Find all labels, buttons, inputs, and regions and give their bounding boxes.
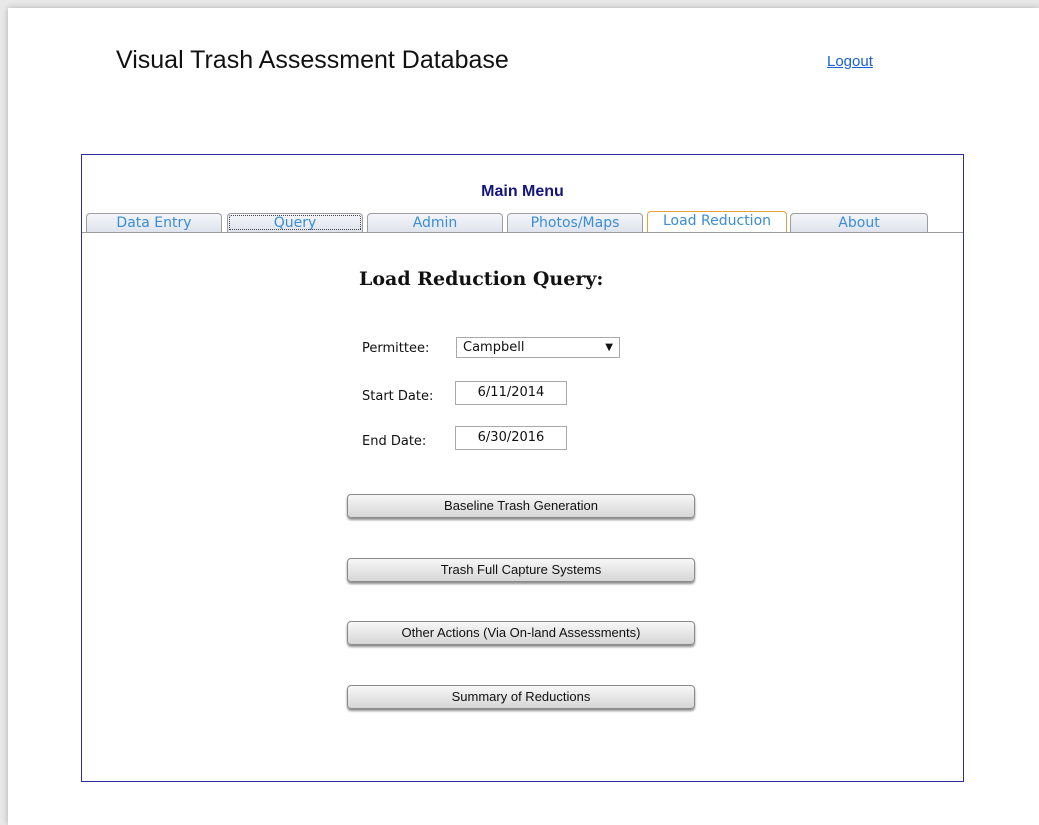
tab-photos-maps[interactable]: Photos/Maps bbox=[507, 213, 643, 232]
tabs-divider bbox=[82, 232, 963, 233]
start-date-label: Start Date: bbox=[362, 389, 434, 404]
main-menu-panel: Main Menu Data Entry Query Admin Photos/… bbox=[81, 154, 964, 782]
end-date-input[interactable]: 6/30/2016 bbox=[455, 426, 567, 450]
tab-load-reduction[interactable]: Load Reduction bbox=[647, 211, 787, 232]
baseline-trash-generation-button[interactable]: Baseline Trash Generation bbox=[347, 494, 695, 518]
menu-title: Main Menu bbox=[481, 183, 564, 200]
chevron-down-icon: ▼ bbox=[605, 342, 613, 353]
tab-data-entry[interactable]: Data Entry bbox=[86, 213, 222, 232]
tab-admin[interactable]: Admin bbox=[367, 213, 503, 232]
permittee-select[interactable]: Campbell ▼ bbox=[456, 337, 620, 358]
section-title: Load Reduction Query: bbox=[359, 268, 604, 290]
start-date-input[interactable]: 6/11/2014 bbox=[455, 381, 567, 405]
page: Visual Trash Assessment Database Logout … bbox=[8, 8, 1039, 825]
app-title: Visual Trash Assessment Database bbox=[116, 46, 509, 74]
tab-about[interactable]: About bbox=[790, 213, 928, 232]
end-date-label: End Date: bbox=[362, 434, 427, 449]
other-actions-button[interactable]: Other Actions (Via On-land Assessments) bbox=[347, 621, 695, 645]
permittee-label: Permittee: bbox=[362, 341, 430, 356]
trash-full-capture-systems-button[interactable]: Trash Full Capture Systems bbox=[347, 558, 695, 582]
summary-of-reductions-button[interactable]: Summary of Reductions bbox=[347, 685, 695, 709]
tab-query[interactable]: Query bbox=[227, 213, 363, 232]
logout-link[interactable]: Logout bbox=[827, 53, 873, 70]
permittee-value: Campbell bbox=[463, 340, 525, 355]
